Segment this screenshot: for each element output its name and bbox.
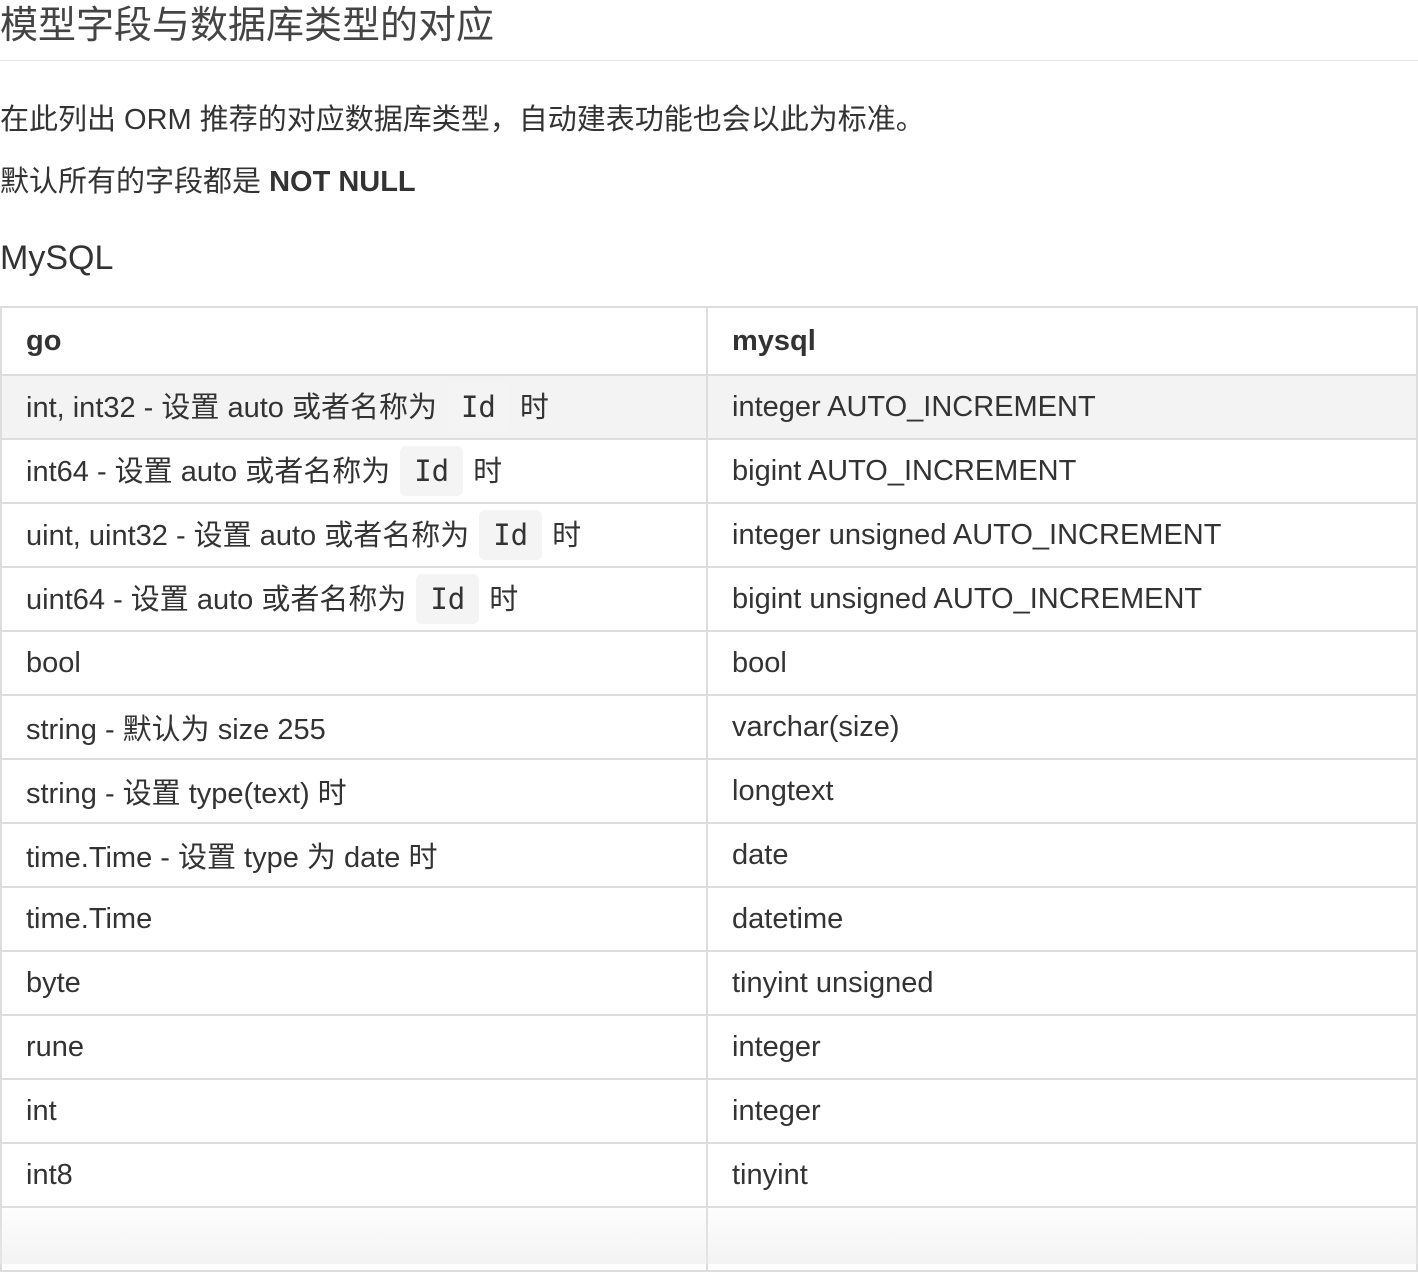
mysql-cell: datetime: [706, 886, 1418, 952]
page-title: 模型字段与数据库类型的对应: [0, 0, 1418, 61]
go-text-suffix: 时: [473, 456, 503, 488]
table-row: [0, 1206, 1418, 1272]
mysql-cell: varchar(size): [706, 694, 1418, 760]
table-row: byte tinyint unsigned: [0, 950, 1418, 1016]
inline-code: Id: [400, 446, 464, 496]
go-cell: bool: [0, 630, 708, 696]
mysql-cell: bool: [706, 630, 1418, 696]
header-mysql: mysql: [706, 306, 1418, 376]
table-row: rune integer: [0, 1014, 1418, 1080]
table-row: bool bool: [0, 630, 1418, 696]
table-row: string - 设置 type(text) 时 longtext: [0, 758, 1418, 824]
section-heading-mysql: MySQL: [0, 239, 114, 277]
go-cell: uint, uint32 - 设置 auto 或者名称为 Id 时: [0, 502, 708, 568]
table-row: int, int32 - 设置 auto 或者名称为 Id 时 integer AU…: [0, 374, 1418, 440]
not-null-strong: NOT NULL: [269, 166, 416, 198]
default-note-text: 默认所有的字段都是: [0, 166, 270, 198]
go-cell: int, int32 - 设置 auto 或者名称为 Id 时: [0, 374, 708, 440]
mysql-cell: longtext: [706, 758, 1418, 824]
go-cell: uint64 - 设置 auto 或者名称为 Id 时: [0, 566, 708, 632]
mysql-cell: date: [706, 822, 1418, 888]
mysql-cell: integer: [706, 1078, 1418, 1144]
inline-code: Id: [416, 574, 480, 624]
default-note: 默认所有的字段都是 NOT NULL: [0, 162, 416, 202]
table-row: int64 - 设置 auto 或者名称为 Id 时 bigint AUTO_INC…: [0, 438, 1418, 504]
mysql-cell: [706, 1206, 1418, 1272]
mysql-cell: integer AUTO_INCREMENT: [706, 374, 1418, 440]
go-text: uint, uint32 - 设置 auto 或者名称为: [26, 520, 470, 552]
mysql-cell: integer unsigned AUTO_INCREMENT: [706, 502, 1418, 568]
mysql-cell: tinyint: [706, 1142, 1418, 1208]
intro-paragraph: 在此列出 ORM 推荐的对应数据库类型，自动建表功能也会以此为标准。: [0, 104, 925, 136]
mysql-cell: integer: [706, 1014, 1418, 1080]
go-text-suffix: 时: [552, 520, 582, 552]
go-cell: int64 - 设置 auto 或者名称为 Id 时: [0, 438, 708, 504]
go-text-suffix: 时: [519, 392, 549, 424]
mysql-cell: bigint AUTO_INCREMENT: [706, 438, 1418, 504]
header-go: go: [0, 306, 708, 376]
go-text-suffix: 时: [489, 584, 519, 616]
table-row: uint64 - 设置 auto 或者名称为 Id 时 bigint unsigne…: [0, 566, 1418, 632]
table-row: uint, uint32 - 设置 auto 或者名称为 Id 时 integer …: [0, 502, 1418, 568]
inline-code: Id: [479, 510, 543, 560]
go-cell: int: [0, 1078, 708, 1144]
table-row: time.Time datetime: [0, 886, 1418, 952]
go-text: int, int32 - 设置 auto 或者名称为: [26, 392, 437, 424]
go-cell: time.Time - 设置 type 为 date 时: [0, 822, 708, 888]
go-cell: int8: [0, 1142, 708, 1208]
table-row: int8 tinyint: [0, 1142, 1418, 1208]
go-cell: string - 设置 type(text) 时: [0, 758, 708, 824]
table-row: time.Time - 设置 type 为 date 时 date: [0, 822, 1418, 888]
go-cell: rune: [0, 1014, 708, 1080]
mysql-cell: bigint unsigned AUTO_INCREMENT: [706, 566, 1418, 632]
go-cell: [0, 1206, 708, 1272]
go-text: uint64 - 设置 auto 或者名称为: [26, 584, 407, 616]
table-row: string - 默认为 size 255 varchar(size): [0, 694, 1418, 760]
mysql-cell: tinyint unsigned: [706, 950, 1418, 1016]
go-text: int64 - 设置 auto 或者名称为: [26, 456, 391, 488]
go-cell: time.Time: [0, 886, 708, 952]
type-mapping-table: go mysql int, int32 - 设置 auto 或者名称为 Id 时 i…: [0, 306, 1418, 1272]
table-row: int integer: [0, 1078, 1418, 1144]
go-cell: byte: [0, 950, 708, 1016]
table-header-row: go mysql: [0, 306, 1418, 376]
go-cell: string - 默认为 size 255: [0, 694, 708, 760]
inline-code: Id: [446, 382, 510, 432]
